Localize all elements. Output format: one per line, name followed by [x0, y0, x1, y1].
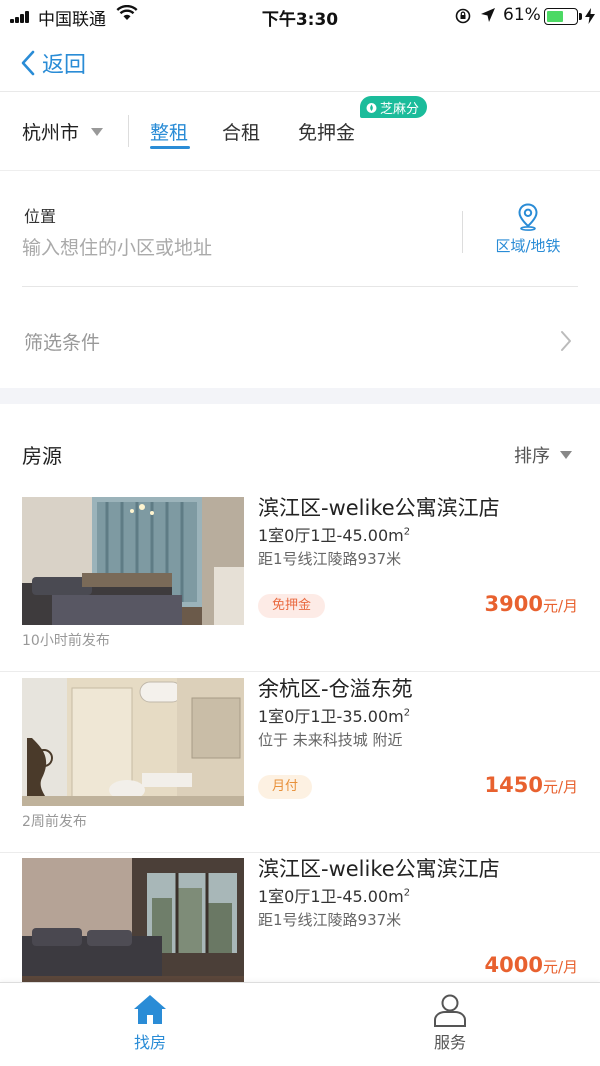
tab-find-house-label: 找房	[133, 1033, 166, 1052]
tab-no-deposit[interactable]: 免押金	[298, 118, 355, 145]
house-icon	[134, 995, 166, 1024]
chevron-right-icon	[561, 331, 571, 351]
listing-spec: 1室0厅1卫-35.00m2	[258, 707, 411, 726]
listing-tag: 免押金	[258, 594, 326, 618]
listing-price: 1450元/月	[484, 773, 578, 797]
battery-icon	[544, 8, 578, 25]
filter-conditions-row[interactable]: 筛选条件	[22, 288, 578, 388]
city-selector[interactable]: 杭州市	[22, 118, 104, 145]
filter-conditions-label: 筛选条件	[24, 332, 101, 354]
listing-spec: 1室0厅1卫-45.00m2	[258, 526, 411, 545]
sesame-drop-icon	[366, 102, 377, 113]
listing-posted-time: 2周前发布	[22, 814, 87, 830]
listing-title: 余杭区-仓溢东苑	[258, 677, 413, 701]
sort-button[interactable]: 排序	[514, 442, 572, 468]
sesame-credit-badge: 芝麻分	[360, 96, 428, 118]
active-tab-indicator	[150, 146, 190, 149]
listing-photo	[22, 678, 244, 806]
listing-photo	[22, 497, 244, 625]
back-label: 返回	[42, 53, 87, 78]
caret-down-icon	[91, 127, 104, 136]
listing-posted-time: 10小时前发布	[22, 633, 110, 649]
charging-icon	[585, 8, 595, 24]
battery-percent: 61%	[503, 5, 541, 25]
listing-distance: 位于 未来科技城 附近	[258, 731, 403, 749]
listing-distance: 距1号线江陵路937米	[258, 911, 402, 929]
city-label: 杭州市	[22, 122, 80, 144]
bathroom-photo	[22, 678, 244, 806]
area-subway-button[interactable]: 区域/地铁	[480, 203, 576, 256]
back-button[interactable]: 返回	[20, 48, 86, 78]
listing-card[interactable]: 余杭区-仓溢东苑 1室0厅1卫-35.00m2 位于 未来科技城 附近 月付 1…	[0, 673, 600, 853]
tab-services[interactable]: 服务	[390, 993, 510, 1053]
nav-bar: 返回	[0, 34, 600, 92]
listing-photo	[22, 858, 244, 986]
area-subway-label: 区域/地铁	[495, 237, 561, 255]
status-bar: 中国联通 下午3:30 61%	[0, 0, 600, 34]
tab-find-house[interactable]: 找房	[90, 993, 210, 1053]
listing-tag: 月付	[258, 775, 313, 799]
listing-card[interactable]: 滨江区-welike公寓滨江店 1室0厅1卫-45.00m2 距1号线江陵路93…	[0, 492, 600, 672]
caret-down-icon	[560, 451, 572, 459]
battery-tip	[579, 13, 582, 20]
location-search-input[interactable]	[22, 233, 442, 263]
divider	[462, 211, 463, 253]
sort-label: 排序	[514, 446, 550, 467]
listing-price: 4000元/月	[484, 953, 578, 977]
location-arrow-icon	[481, 8, 495, 22]
listing-price: 3900元/月	[484, 592, 578, 616]
listings-header: 房源 排序	[0, 404, 600, 492]
map-pin-icon	[518, 203, 538, 231]
bedroom-photo	[22, 497, 244, 625]
listing-spec: 1室0厅1卫-45.00m2	[258, 887, 411, 906]
tab-services-label: 服务	[433, 1033, 466, 1052]
tab-shared-rent[interactable]: 合租	[222, 118, 260, 145]
section-separator	[0, 388, 600, 404]
listing-title: 滨江区-welike公寓滨江店	[258, 496, 500, 520]
bedroom-photo	[22, 858, 244, 986]
location-label: 位置	[24, 207, 57, 226]
listings-title: 房源	[22, 444, 62, 468]
bottom-tab-bar: 找房 服务	[0, 982, 600, 1066]
tab-whole-rent[interactable]: 整租	[150, 118, 188, 145]
location-section: 位置 区域/地铁	[22, 195, 578, 287]
rent-type-tabs: 杭州市 整租 合租 免押金 芝麻分	[0, 93, 600, 171]
sesame-badge-label: 芝麻分	[380, 101, 420, 117]
person-icon	[434, 994, 466, 1027]
listing-title: 滨江区-welike公寓滨江店	[258, 857, 500, 881]
listing-distance: 距1号线江陵路937米	[258, 550, 402, 568]
rotation-lock-icon	[455, 8, 471, 24]
divider	[128, 115, 129, 147]
chevron-left-icon	[21, 50, 35, 76]
